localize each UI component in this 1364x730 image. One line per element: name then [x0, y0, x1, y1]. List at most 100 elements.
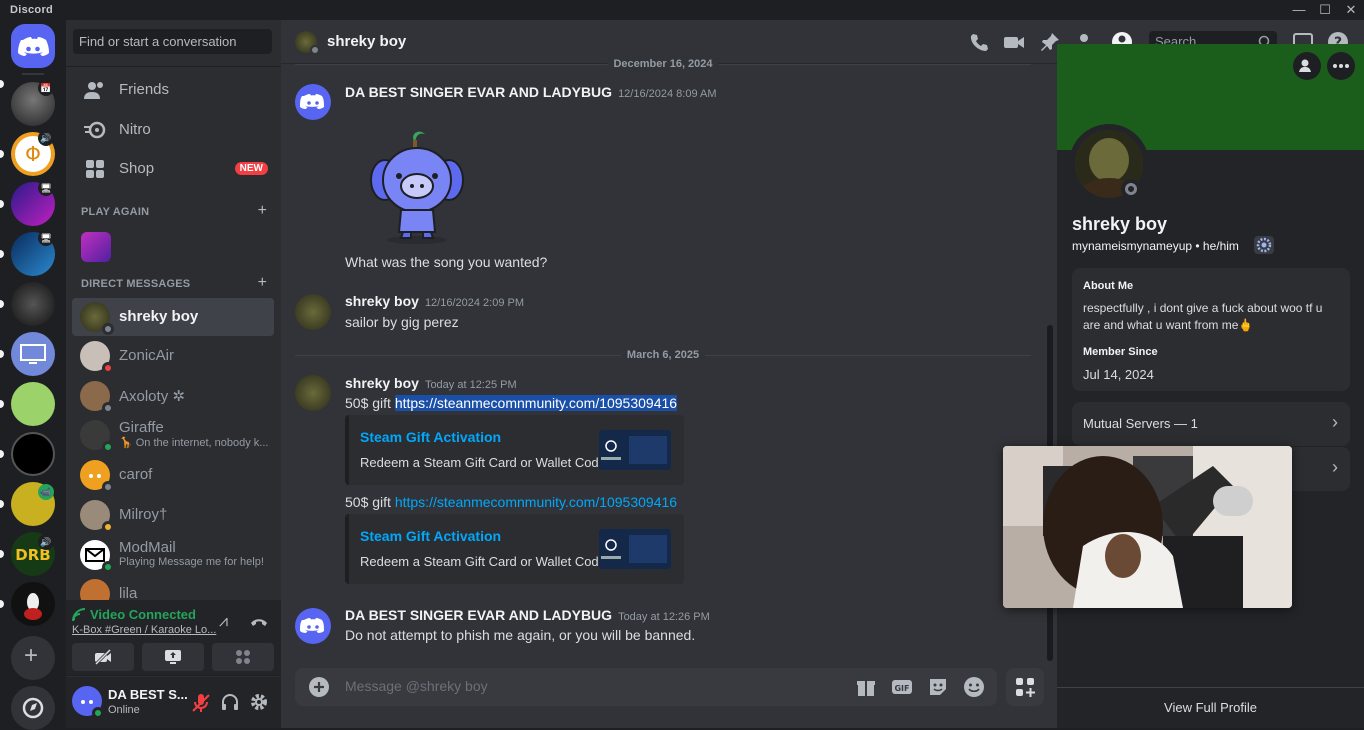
- unread-indicator: [0, 250, 4, 258]
- emoji-icon[interactable]: [963, 676, 985, 698]
- embed-title[interactable]: Steam Gift Activation: [360, 429, 501, 445]
- create-dm-icon[interactable]: +: [258, 274, 267, 292]
- message-link[interactable]: https://steanmecomnmunity.com/1095309416: [395, 494, 677, 510]
- server-icon-11[interactable]: [11, 582, 55, 626]
- date-divider: December 16, 2024: [295, 58, 1031, 70]
- nitro-nav-item[interactable]: Nitro: [72, 111, 274, 149]
- dm-item[interactable]: Giraffe 🦒 On the internet, nobody k...: [72, 416, 274, 454]
- hypesquad-badge-icon[interactable]: [1254, 236, 1274, 254]
- gif-icon[interactable]: GIF: [891, 676, 913, 698]
- video-call-icon[interactable]: [1003, 31, 1025, 53]
- message-avatar[interactable]: [295, 608, 331, 644]
- video-stream-image: [1003, 446, 1292, 608]
- friends-nav-item[interactable]: Friends: [72, 71, 274, 109]
- dm-name: ModMail: [119, 539, 176, 556]
- dm-item[interactable]: Milroy†: [72, 496, 274, 534]
- explore-button[interactable]: [11, 686, 55, 730]
- mutual-servers-row[interactable]: Mutual Servers — 1 ›: [1072, 402, 1350, 446]
- shop-icon: [86, 160, 104, 178]
- message-avatar[interactable]: [295, 84, 331, 120]
- screen-icon: 🖥: [38, 180, 54, 196]
- message-input-placeholder[interactable]: Message @shreky boy: [345, 678, 488, 694]
- dm-item[interactable]: carof: [72, 456, 274, 494]
- unread-indicator: [0, 600, 4, 608]
- dm-name: Milroy†: [119, 506, 168, 523]
- sticker-icon[interactable]: [927, 676, 949, 698]
- unread-indicator: [0, 300, 4, 308]
- user-profile-panel: shreky boy mynameismynameyup • he/him Ab…: [1057, 44, 1364, 728]
- add-note-button[interactable]: [1293, 52, 1321, 80]
- voice-channel-link[interactable]: K-Box #Green / Karaoke Lo...: [72, 624, 216, 636]
- embed-title[interactable]: Steam Gift Activation: [360, 528, 501, 544]
- dm-item[interactable]: ModMail Playing Message me for help!: [72, 536, 274, 574]
- embed-thumbnail[interactable]: [599, 529, 671, 569]
- dm-item[interactable]: lila: [72, 575, 274, 600]
- home-button[interactable]: [11, 24, 55, 68]
- dm-activity: 🦒 On the internet, nobody k...: [119, 437, 269, 449]
- unread-indicator: [0, 80, 4, 88]
- dm-item[interactable]: shreky boy: [72, 298, 274, 336]
- unread-indicator: [0, 450, 4, 458]
- message-avatar[interactable]: [295, 294, 331, 330]
- gift-icon[interactable]: [855, 676, 877, 698]
- badge-gear-icon: [1256, 237, 1272, 253]
- play-again-add-icon[interactable]: +: [258, 202, 267, 220]
- disconnect-icon[interactable]: [250, 614, 268, 628]
- message-author[interactable]: shreky boy: [345, 375, 419, 391]
- close-icon[interactable]: ✕: [1340, 1, 1362, 19]
- app-title: Discord: [10, 4, 54, 16]
- activities-button[interactable]: [212, 643, 274, 671]
- add-server-button[interactable]: +: [11, 636, 55, 680]
- dm-item[interactable]: ZonicAir: [72, 337, 274, 375]
- status-offline-icon: [102, 481, 114, 493]
- status-offline-icon: [102, 323, 114, 335]
- maximize-icon[interactable]: ☐: [1314, 1, 1336, 19]
- settings-gear-icon[interactable]: [250, 693, 268, 711]
- status-online-icon: [92, 707, 104, 719]
- upload-plus-icon[interactable]: [309, 677, 329, 697]
- mic-muted-icon[interactable]: [192, 693, 210, 713]
- mutual-servers-label: Mutual Servers — 1: [1083, 416, 1198, 431]
- headphones-icon[interactable]: [221, 693, 239, 711]
- noise-suppression-icon[interactable]: ⩘: [219, 613, 228, 631]
- message-link[interactable]: https://steanmecomnmunity.com/1095309416: [394, 395, 678, 411]
- server-icon-7[interactable]: [11, 382, 55, 426]
- server-icon-8[interactable]: [11, 432, 55, 476]
- message-author[interactable]: DA BEST SINGER EVAR AND LADYBUG: [345, 84, 612, 100]
- calendar-icon: 📅: [38, 80, 54, 96]
- status-dnd-icon: [102, 362, 114, 374]
- unread-indicator: [0, 150, 4, 158]
- direct-messages-heading: DIRECT MESSAGES: [81, 278, 191, 290]
- server-icon-5[interactable]: [11, 282, 55, 326]
- voice-call-icon[interactable]: [968, 31, 990, 53]
- message-author[interactable]: shreky boy: [345, 293, 419, 309]
- dm-item[interactable]: Axoloty ✲: [72, 377, 274, 415]
- minimize-icon[interactable]: —: [1288, 1, 1310, 19]
- server-icon-6[interactable]: [11, 332, 55, 376]
- camera-off-button[interactable]: [72, 643, 134, 671]
- server-rail: 📅 Φ 🔊 🖥 🖥 📹 DRB 🔊 +: [0, 20, 66, 730]
- game-icon[interactable]: [81, 232, 111, 262]
- message-header: DA BEST SINGER EVAR AND LADYBUG Today at …: [345, 607, 710, 623]
- message-text: 50$ gift https://steanmecomnmunity.com/1…: [345, 395, 678, 411]
- message-composer[interactable]: Message @shreky boy GIF: [295, 668, 997, 706]
- divider: [66, 66, 281, 67]
- username: DA BEST S...: [108, 687, 188, 702]
- wumpus-sticker[interactable]: [361, 128, 473, 246]
- message-author[interactable]: DA BEST SINGER EVAR AND LADYBUG: [345, 607, 612, 623]
- shop-nav-item[interactable]: Shop NEW: [72, 150, 274, 188]
- message-avatar[interactable]: [295, 375, 331, 411]
- picture-in-picture-video[interactable]: [1003, 446, 1292, 608]
- more-options-button[interactable]: [1327, 52, 1355, 80]
- view-full-profile-button[interactable]: View Full Profile: [1057, 687, 1364, 728]
- apps-button[interactable]: [1006, 668, 1044, 706]
- find-conversation-input[interactable]: Find or start a conversation: [73, 29, 272, 54]
- screen-share-button[interactable]: [142, 643, 204, 671]
- dm-name: Axoloty ✲: [119, 388, 185, 405]
- video-icon: 📹: [38, 484, 54, 500]
- wumpus-sticker-image: [370, 131, 464, 244]
- message-prefix: 50$ gift: [345, 395, 395, 411]
- embed-thumbnail[interactable]: [599, 430, 671, 470]
- member-since-heading: Member Since: [1083, 346, 1158, 358]
- status-idle-icon: [102, 521, 114, 533]
